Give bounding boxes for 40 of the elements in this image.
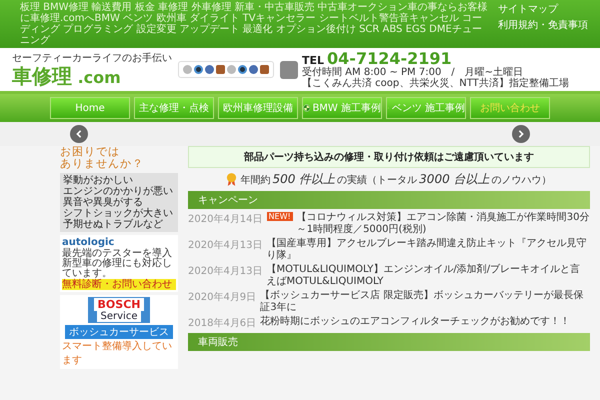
news-link[interactable]: 【ボッシュカーサービス店 限定販売】ボッシュカーバッテリーが最長保証3年に — [260, 290, 590, 314]
section-header: 車両販売 — [188, 333, 590, 351]
nav-item[interactable]: お問い合わせ — [470, 97, 550, 119]
news-date: 2020年4月14日 — [188, 213, 263, 226]
bosch-banner[interactable]: BOSCH Service ボッシュカーサービス スマート整備導入しています — [60, 295, 178, 369]
sidebar-heading: お困りでは ありませんか？ — [60, 146, 145, 170]
phone-number: 04-7124-2191 — [327, 50, 452, 67]
news-date: 2020年4月13日 — [188, 265, 263, 278]
nav-item[interactable]: Home — [50, 97, 130, 119]
news-link[interactable]: 【MOTUL&LIQUIMOLY】エンジンオイル/添加剤/ブレーキオイルと言えばMOTUL&LIQUIMOLY — [266, 264, 590, 288]
news-link[interactable]: 花粉時期にボッシュのエアコンフィルターチェックがお勧めです！！ — [260, 316, 570, 328]
top-link[interactable]: サイトマップ — [498, 2, 588, 16]
business-hours: 受付時間 AM 8:00 ~ PM 7:00 / 月曜~土曜日 — [302, 67, 524, 78]
chevron-right-icon — [517, 130, 525, 138]
next-button[interactable] — [512, 125, 530, 143]
tel-label: TEL — [302, 54, 324, 67]
medal-icon — [226, 172, 238, 187]
site-logo[interactable]: 車修理 .com — [12, 64, 172, 88]
previous-button[interactable] — [70, 125, 88, 143]
chevron-left-icon — [75, 130, 83, 138]
photo-placeholder — [280, 60, 298, 78]
news-link[interactable]: 【コロナウィルス対策】エアコン除菌・消臭施工が作業時間30分～1時間程度／5000円(税別) — [296, 212, 590, 236]
symptom-card[interactable]: 挙動がおかしい エンジンのかかりが悪い 異音や異臭がする シフトショックが大きい 予期せぬトラブルなど — [60, 173, 178, 232]
nav-item[interactable]: 主な修理・点検 — [134, 97, 214, 119]
nav-item[interactable]: ベンツ 施工事例 — [386, 97, 466, 119]
stats-text: 年間約 500 件以上 の実績（トータル 3000 台以上 のノウハウ） — [240, 171, 552, 188]
news-link[interactable]: 【国産車専用】アクセルブレーキ踏み間違え防止キット『アクセル見守り隊』 — [266, 238, 590, 262]
news-date: 2020年4月9日 — [188, 291, 256, 304]
notice-text: 部品パーツ持ち込みの修理・取り付け依頼はご遠慮頂いています — [188, 146, 590, 168]
new-badge: NEW! — [266, 212, 293, 221]
tagline: セーフティーカーライフのお手伝い — [12, 52, 172, 64]
news-date: 2020年4月13日 — [188, 239, 263, 252]
top-link[interactable]: 利用規約・免責事項 — [498, 18, 588, 32]
autologic-banner[interactable]: autologic 最先端のテスターを導入新型車の修理にも対応しています。 無料診断・お問い合わせ — [60, 235, 178, 292]
partner-text: 【こくみん共済 coop、共栄火災、NTT共済】指定整備工場 — [302, 78, 569, 89]
nav-item[interactable]: BMW 施工事例 — [302, 97, 382, 119]
nav-item[interactable]: 欧州車修理設備 — [218, 97, 298, 119]
news-date: 2018年4月6日 — [188, 317, 256, 330]
keyword-text: 板理 BMW修理 輸送費用 板金 車修理 外車修理 新車・中古車販売 中古車オークション車の事ならお客様に車修理.comへBMW ベンツ 欧州車 ダイライト TVキャンセラー シートベルト警告音キャンセル コーディング プログラミング 設定変更 アップデート 最適化 オプション後付け SCR ABS EGS DMEチューニング — [20, 2, 489, 46]
section-header: キャンペーン — [188, 191, 590, 209]
